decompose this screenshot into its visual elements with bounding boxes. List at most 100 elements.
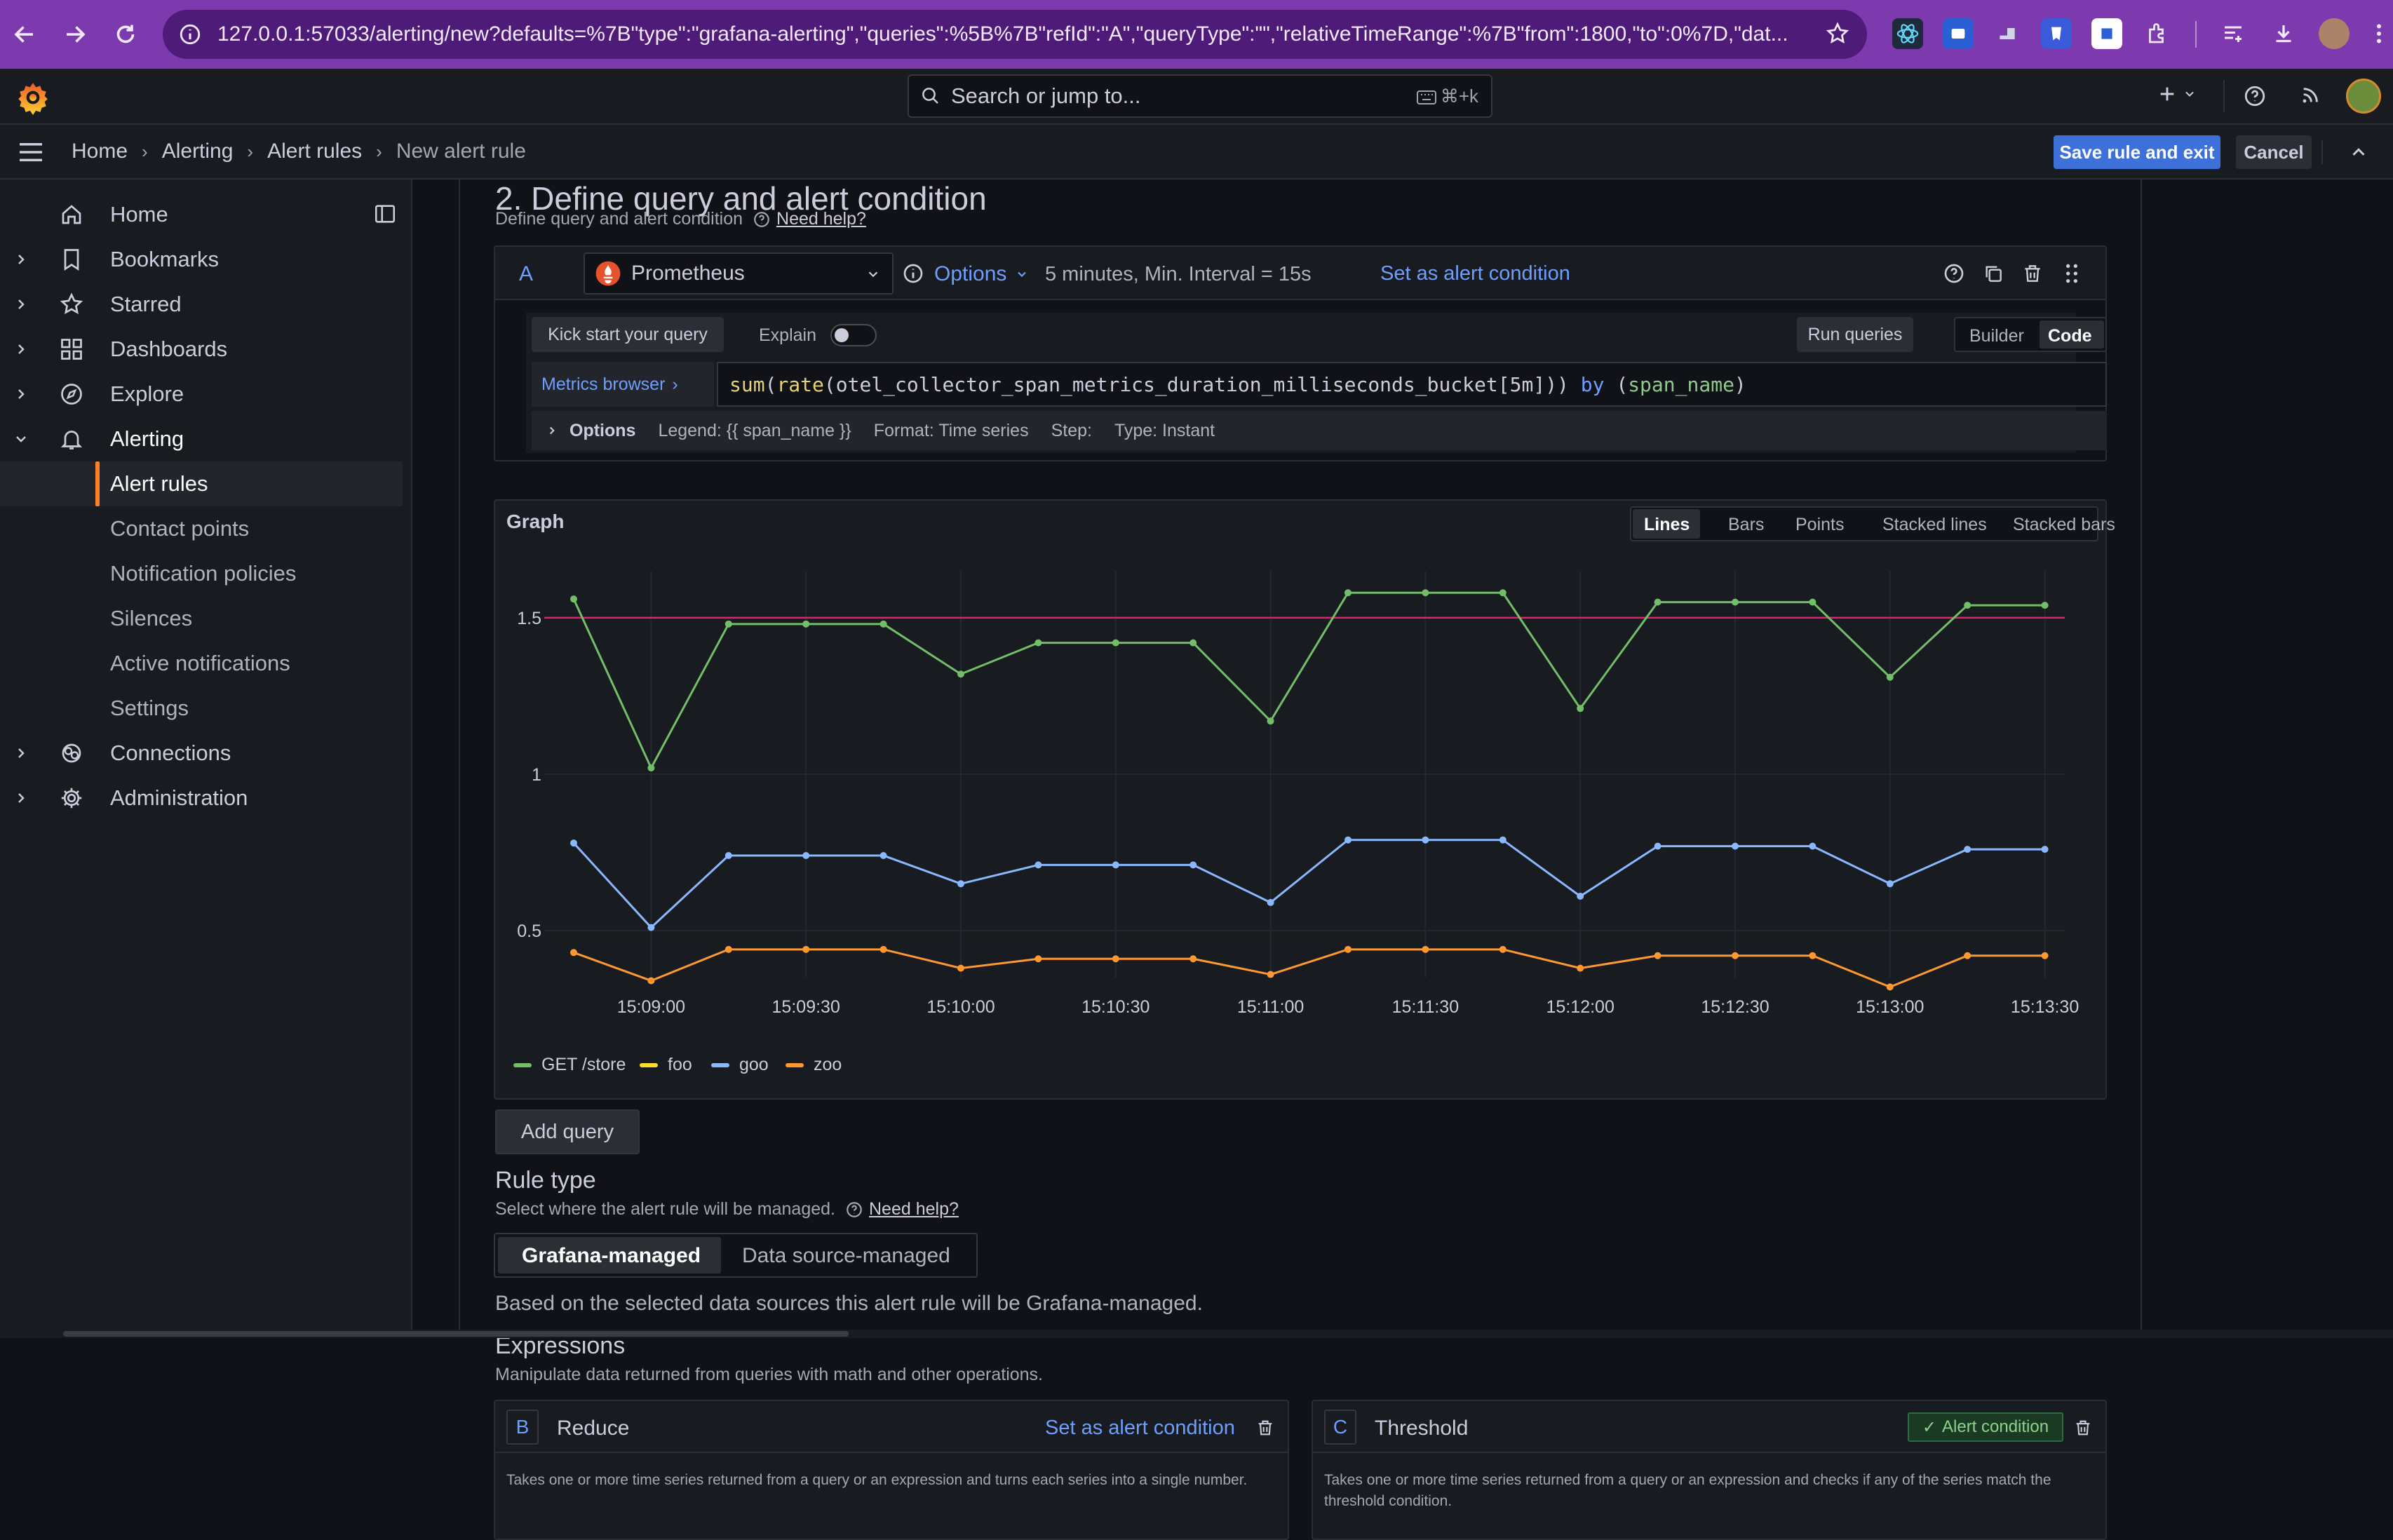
sidebar-item-alert-rules[interactable]: Alert rules: [0, 461, 403, 506]
reading-list-icon[interactable]: [2218, 18, 2249, 49]
bookmark-star-icon[interactable]: [1825, 21, 1850, 46]
sidebar-item-active-notifications[interactable]: Active notifications: [0, 641, 412, 686]
extension-icon[interactable]: [2041, 18, 2072, 49]
sidebar-item-starred[interactable]: Starred: [0, 282, 412, 327]
new-menu-button[interactable]: [2156, 83, 2197, 105]
sidebar-item-bookmarks[interactable]: Bookmarks: [0, 237, 412, 282]
extension-icon[interactable]: [2091, 18, 2122, 49]
drag-handle-icon[interactable]: [2063, 262, 2080, 285]
expression-ref-id[interactable]: C: [1324, 1410, 1356, 1445]
breadcrumb-alerting[interactable]: Alerting: [162, 140, 234, 163]
data-point: [802, 852, 810, 859]
collapse-chevron-up-icon[interactable]: [2348, 142, 2369, 163]
mode-builder-option[interactable]: Builder: [1969, 326, 2024, 346]
chevron-down-icon: [865, 266, 881, 282]
kick-start-query-button[interactable]: Kick start your query: [532, 317, 724, 352]
chevron-right-icon[interactable]: [13, 296, 29, 313]
rule-type-description-text: Select where the alert rule will be mana…: [495, 1199, 835, 1219]
chevron-right-icon[interactable]: [13, 790, 29, 806]
more-icon[interactable]: [2364, 18, 2393, 49]
breadcrumb-separator-icon: ›: [247, 140, 254, 162]
need-help-link[interactable]: Need help?: [776, 209, 866, 229]
query-options-row[interactable]: Options Legend: {{ span_name }} Format: …: [532, 411, 2107, 450]
sidebar-item-explore[interactable]: Explore: [0, 372, 412, 417]
promql-code-editor[interactable]: sum(rate(otel_collector_span_metrics_dur…: [717, 362, 2107, 407]
sidebar-item-contact-points[interactable]: Contact points: [0, 506, 412, 551]
menu-icon[interactable]: [17, 141, 45, 163]
sidebar-item-connections[interactable]: Connections: [0, 731, 412, 776]
address-bar[interactable]: 127.0.0.1:57033/alerting/new?defaults=%7…: [163, 10, 1867, 59]
forward-icon[interactable]: [50, 10, 100, 59]
datasource-picker[interactable]: Prometheus: [584, 252, 894, 295]
legend-label: zoo: [814, 1055, 842, 1074]
cancel-button[interactable]: Cancel: [2236, 135, 2312, 169]
data-point: [1886, 983, 1894, 991]
sidebar-item-silences[interactable]: Silences: [0, 596, 412, 641]
chevron-right-icon: ›: [672, 374, 678, 394]
grafana-logo-icon[interactable]: [15, 80, 50, 115]
horizontal-scrollbar[interactable]: [0, 1330, 2393, 1338]
data-point: [1034, 861, 1042, 869]
sidebar-item-administration[interactable]: Administration: [0, 776, 412, 820]
save-rule-and-exit-button[interactable]: Save rule and exit: [2054, 135, 2220, 169]
run-queries-button[interactable]: Run queries: [1797, 317, 1913, 352]
chevron-right-icon[interactable]: [13, 341, 29, 358]
rule-type-datasource-managed[interactable]: Data source-managed: [742, 1244, 950, 1268]
user-avatar[interactable]: [2346, 79, 2381, 114]
chevron-down-icon[interactable]: [13, 431, 29, 447]
trash-icon[interactable]: [1255, 1418, 1275, 1438]
legend-item[interactable]: goo: [711, 1055, 769, 1075]
extension-icon[interactable]: [1992, 18, 2023, 49]
data-point: [1964, 952, 1971, 959]
explain-toggle[interactable]: [830, 324, 877, 346]
site-info-icon[interactable]: [178, 22, 202, 46]
metrics-browser-button[interactable]: Metrics browser ›: [532, 362, 714, 407]
extension-icon[interactable]: [1943, 18, 1974, 49]
legend-item[interactable]: zoo: [786, 1055, 842, 1075]
query-options-toggle[interactable]: Options: [934, 262, 1029, 286]
sidebar-item-settings[interactable]: Settings: [0, 686, 412, 731]
legend-swatch: [640, 1062, 658, 1067]
set-as-alert-condition-link[interactable]: Set as alert condition: [1045, 1417, 1235, 1440]
breadcrumb-home[interactable]: Home: [72, 140, 128, 163]
duplicate-icon[interactable]: [1982, 262, 2004, 285]
legend-item[interactable]: foo: [640, 1055, 692, 1075]
set-as-alert-condition-link[interactable]: Set as alert condition: [1380, 262, 1570, 285]
expression-ref-id[interactable]: B: [506, 1410, 539, 1445]
alert-condition-badge: ✓ Alert condition: [1908, 1412, 2063, 1442]
news-rss-icon[interactable]: [2299, 84, 2321, 107]
chevron-right-icon[interactable]: [13, 745, 29, 762]
query-ref-id[interactable]: A: [519, 262, 533, 286]
section-description-text: Define query and alert condition: [495, 209, 743, 229]
sidebar-item-alerting[interactable]: Alerting: [0, 417, 412, 461]
extensions-puzzle-icon[interactable]: [2142, 18, 2173, 49]
chevron-right-icon[interactable]: [13, 386, 29, 403]
data-point: [802, 620, 810, 628]
download-icon[interactable]: [2268, 18, 2299, 49]
need-help-link[interactable]: Need help?: [869, 1199, 959, 1220]
dock-menu-icon[interactable]: [373, 202, 397, 226]
sidebar-item-dashboards[interactable]: Dashboards: [0, 327, 412, 372]
chevron-right-icon[interactable]: [13, 251, 29, 268]
add-query-button[interactable]: Add query: [495, 1109, 640, 1154]
data-point: [1654, 598, 1661, 606]
profile-avatar[interactable]: [2319, 18, 2350, 49]
section-description: Define query and alert condition Need he…: [495, 209, 866, 229]
time-series-chart[interactable]: 15:09:00 15:09:30 15:10:00 15:10:30 15:11:00…: [495, 501, 2105, 1098]
reload-icon[interactable]: [101, 10, 150, 59]
data-point: [1809, 842, 1816, 850]
rule-type-grafana-managed[interactable]: Grafana-managed: [522, 1244, 701, 1268]
data-point: [1112, 955, 1119, 963]
sidebar-item-notification-policies[interactable]: Notification policies: [0, 551, 412, 596]
trash-icon[interactable]: [2073, 1418, 2093, 1438]
mode-code-option[interactable]: Code: [2048, 326, 2092, 346]
sidebar-item-home[interactable]: Home: [0, 192, 412, 237]
trash-icon[interactable]: [2021, 262, 2044, 285]
react-devtools-icon[interactable]: [1892, 18, 1923, 49]
back-icon[interactable]: [0, 10, 49, 59]
breadcrumb-alert-rules[interactable]: Alert rules: [267, 140, 362, 163]
help-icon[interactable]: [2243, 84, 2267, 108]
help-icon[interactable]: [1943, 262, 1965, 285]
search-input[interactable]: Search or jump to... ⌘+k: [908, 74, 1492, 118]
legend-item[interactable]: GET /store: [513, 1055, 626, 1075]
